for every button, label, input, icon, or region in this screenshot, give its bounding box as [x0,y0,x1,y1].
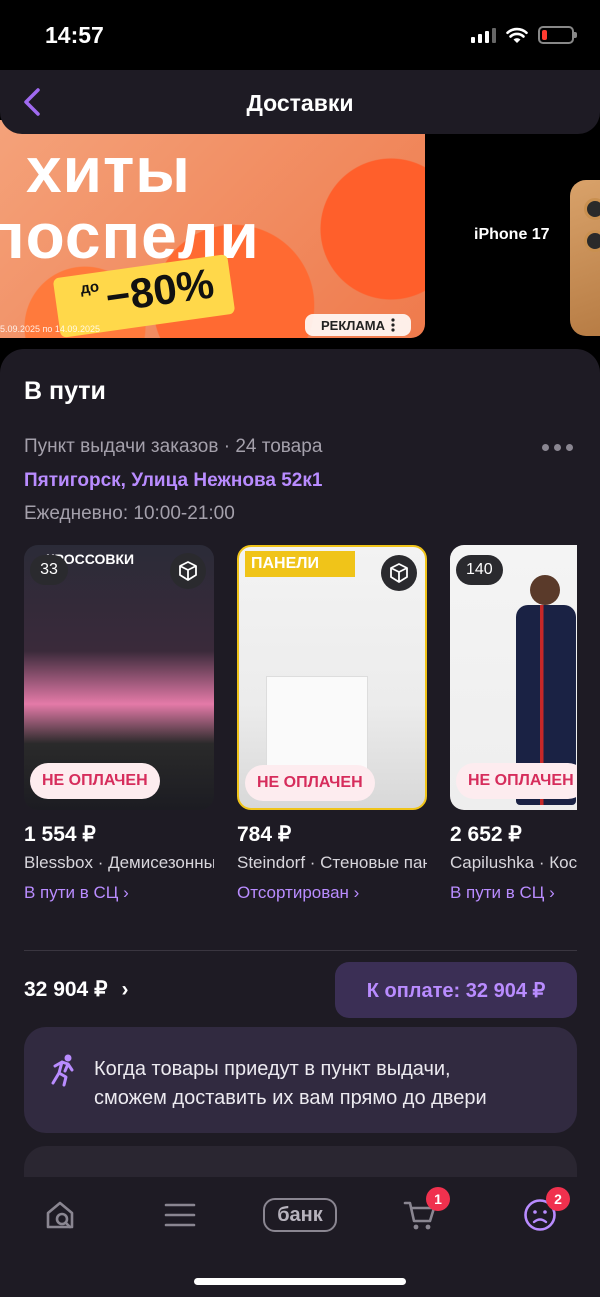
pickup-address[interactable]: Пятигорск, Улица Нежнова 52к1 [24,470,322,492]
navigation-bar: Доставки [0,70,600,134]
product-name: Steindorf · Стеновые панели [237,853,427,872]
tab-catalog[interactable] [150,1193,210,1237]
product-name: Blessbox · Демисезонные [24,853,214,872]
home-search-icon [46,1201,74,1229]
more-options-button[interactable] [542,439,576,455]
cart-badge: 1 [426,1187,450,1211]
product-image[interactable]: ПАНЕЛИ НЕ ОПЛАЧЕН [237,545,427,810]
banner-headline-1: хиты [26,134,191,206]
quantity-badge: 140 [456,555,503,585]
promo-banner-next[interactable]: iPhone 17 [438,120,600,338]
pickup-hours: Ежедневно: 10:00-21:00 [24,503,235,524]
product-name: Capilushka · Костюм [450,853,577,872]
door-delivery-info[interactable]: Когда товары приедут в пункт выдачи, смо… [24,1027,577,1133]
chevron-right-icon: › [121,977,129,1001]
product-price: 1 554 ₽ [24,823,96,846]
discount-prefix: до [79,278,101,298]
unpaid-badge: НЕ ОПЛАЧЕН [245,765,375,801]
cellular-signal-icon [471,27,496,43]
tab-cart[interactable]: 1 [390,1187,450,1237]
banner-dates: 5.09.2025 по 14.09.2025 [0,324,100,334]
order-total[interactable]: 32 904 ₽ › [24,977,128,1002]
divider [24,950,577,951]
tab-home[interactable] [30,1193,90,1237]
pickup-info: Пункт выдачи заказов · 24 товара [24,436,323,457]
product-card[interactable]: ПАНЕЛИ НЕ ОПЛАЧЕН 784 ₽ Steindorf · Стен… [237,545,427,903]
banner-side-text: iPhone 17 [474,226,550,243]
product-price: 784 ₽ [237,823,292,846]
status-time: 14:57 [45,22,104,48]
section-title: В пути [24,377,106,405]
pay-button[interactable]: К оплате: 32 904 ₽ [335,962,577,1018]
image-caption: ПАНЕЛИ [245,551,355,577]
status-icons [471,26,577,44]
quantity-badge: 33 [30,555,68,585]
unpaid-badge: НЕ ОПЛАЧЕН [30,763,160,799]
delivery-card: В пути Пункт выдачи заказов · 24 товара … [0,349,600,1249]
promo-banner[interactable]: хиты поспели до −80% 5.09.2025 по 14.09.… [0,120,425,338]
more-vertical-icon [391,318,395,332]
product-card[interactable]: 140 НЕ ОПЛАЧЕН 2 652 ₽ Capilushka · Кост… [450,545,577,903]
bank-label: банк [263,1198,337,1232]
info-text-line-1: Когда товары приедут в пункт выдачи, [94,1058,451,1080]
discount-value: −80% [102,259,217,322]
promo-banner-carousel[interactable]: хиты поспели до −80% 5.09.2025 по 14.09.… [0,120,600,350]
status-bar: 14:57 [0,0,600,70]
package-button[interactable] [381,555,417,591]
products-carousel[interactable]: КРОССОВКИ 33 НЕ ОПЛАЧЕН 1 554 ₽ Blessbox… [24,545,577,915]
running-person-icon [51,1054,74,1087]
page-title: Доставки [246,90,354,116]
product-price: 2 652 ₽ [450,823,522,846]
package-icon [179,561,197,581]
product-status-link[interactable]: В пути в СЦ › [450,883,577,903]
product-status-link[interactable]: В пути в СЦ › [24,883,214,903]
package-button[interactable] [170,553,206,589]
model-head [530,575,560,605]
tab-profile[interactable]: 2 [510,1187,570,1237]
product-image[interactable]: 140 НЕ ОПЛАЧЕН [450,545,577,810]
bottom-tab-bar: банк 1 2 [0,1177,600,1297]
product-card[interactable]: КРОССОВКИ 33 НЕ ОПЛАЧЕН 1 554 ₽ Blessbox… [24,545,214,903]
info-text: Когда товары приедут в пункт выдачи, смо… [94,1055,487,1113]
product-status-link[interactable]: Отсортирован › [237,883,427,903]
package-icon [390,563,408,583]
ad-label-text: РЕКЛАМА [320,317,385,333]
info-text-line-2: сможем доставить их вам прямо до двери [94,1087,487,1109]
profile-badge: 2 [546,1187,570,1211]
home-indicator [194,1278,406,1285]
wifi-icon [506,27,528,43]
ad-label[interactable]: РЕКЛАМА [305,314,411,336]
order-total-value: 32 904 ₽ [24,978,108,1001]
battery-icon [538,26,577,44]
menu-icon [164,1203,196,1227]
product-image[interactable]: КРОССОВКИ 33 НЕ ОПЛАЧЕН [24,545,214,810]
phone-image [570,180,600,336]
unpaid-badge: НЕ ОПЛАЧЕН [456,763,577,799]
tab-bank[interactable]: банк [262,1193,338,1237]
